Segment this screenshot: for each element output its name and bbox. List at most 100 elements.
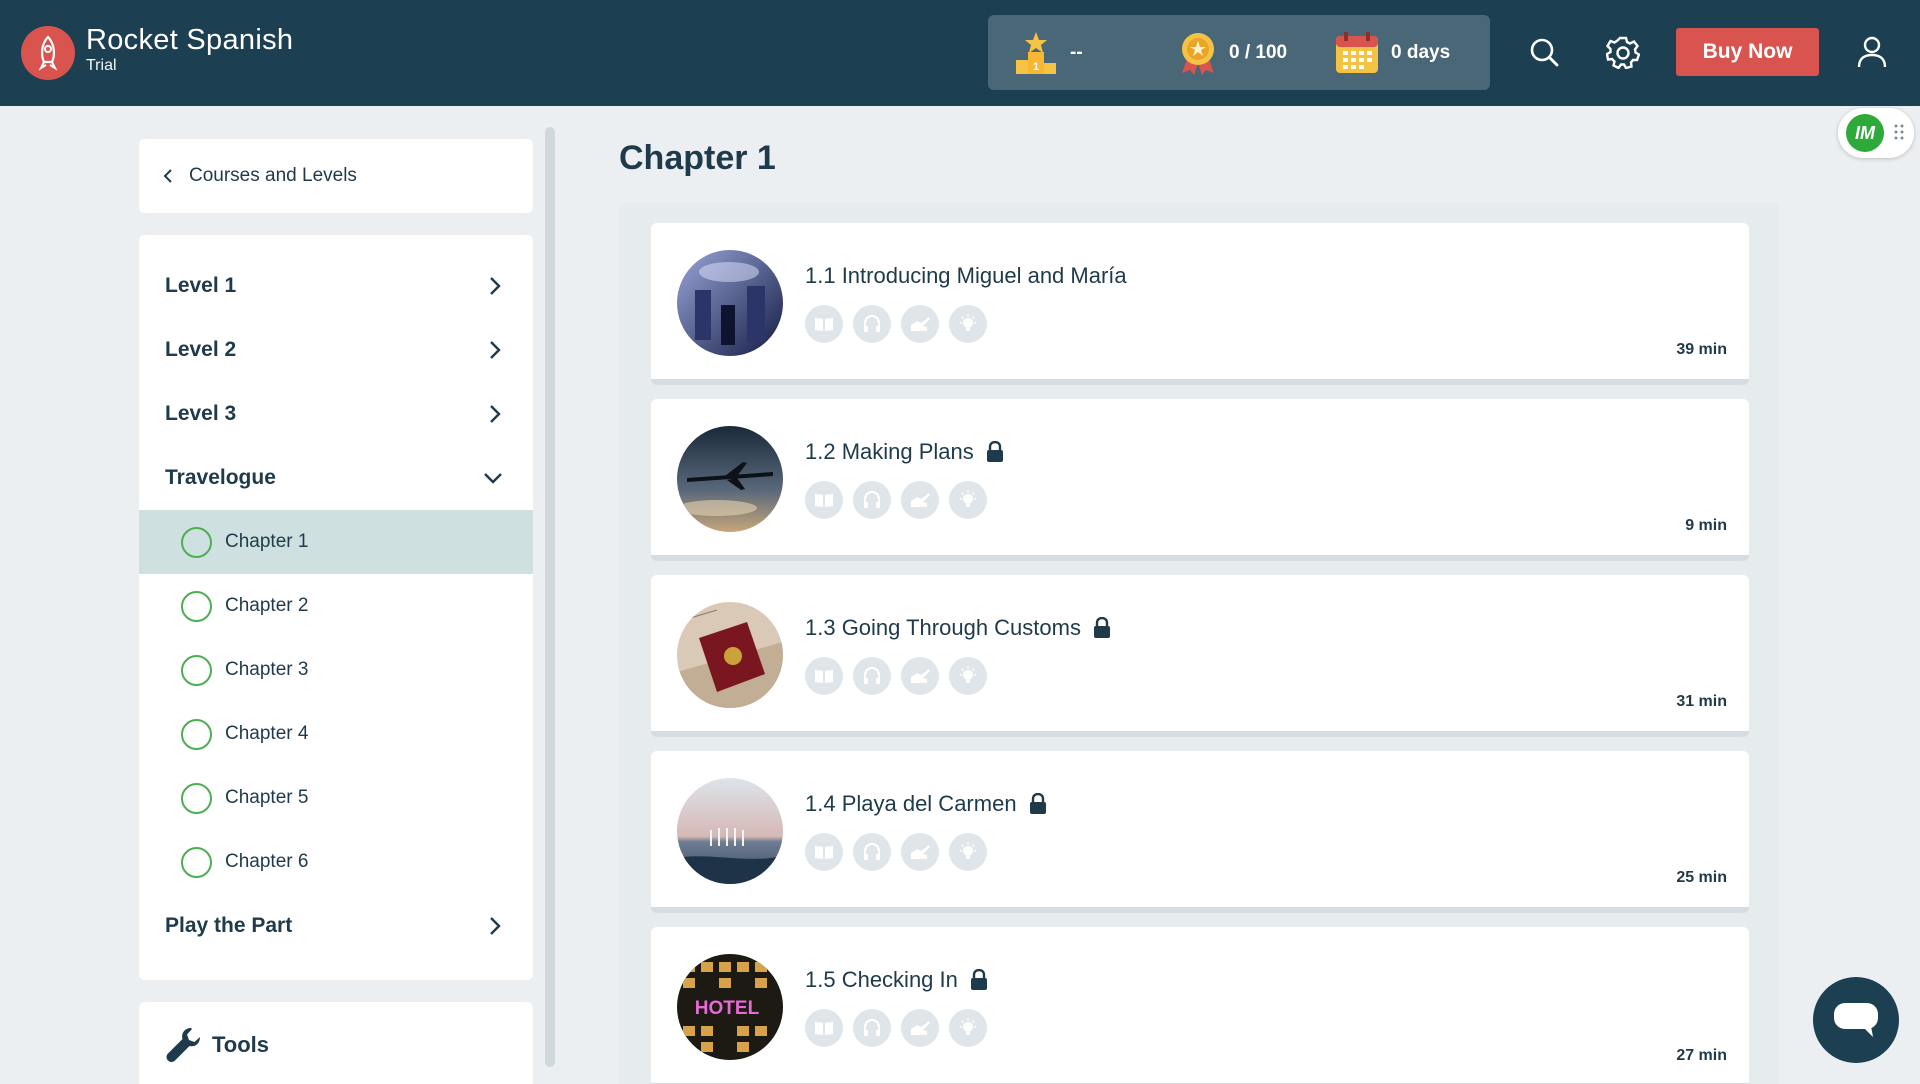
lightbulb-icon [949, 481, 987, 519]
progress-circle-icon [181, 526, 212, 558]
chapter-item-2[interactable]: Chapter 2 [139, 574, 533, 638]
lesson-duration: 25 min [1676, 869, 1727, 886]
brand-name: Rocket Spanish [86, 24, 294, 56]
headphones-icon [853, 657, 891, 695]
lesson-thumbnail [677, 778, 783, 884]
points-stat[interactable]: 0 / 100 [1179, 15, 1287, 90]
lock-icon [986, 441, 1003, 462]
drag-handle-icon[interactable] [1894, 123, 1904, 141]
lesson-title: 1.4 Playa del Carmen [805, 791, 1047, 817]
points-value: 0 / 100 [1229, 41, 1288, 63]
search-icon[interactable] [1526, 34, 1562, 70]
nav-level-1-label: Level 1 [165, 274, 237, 297]
book-icon [805, 1009, 843, 1047]
chevron-down-icon [484, 473, 502, 484]
chapter-label: Chapter 4 [225, 723, 309, 744]
lesson-card-1-2[interactable]: 1.2 Making Plans 9 min [651, 399, 1749, 561]
book-icon [805, 305, 843, 343]
lightbulb-icon [949, 657, 987, 695]
headphones-icon [853, 833, 891, 871]
progress-circle-icon [181, 718, 212, 750]
lesson-thumbnail [677, 250, 783, 356]
chapter-item-5[interactable]: Chapter 5 [139, 766, 533, 830]
back-label: Courses and Levels [189, 165, 357, 186]
buy-now-button[interactable]: Buy Now [1676, 28, 1819, 76]
chevron-left-icon [163, 169, 172, 183]
tools-card[interactable]: Tools [139, 1002, 533, 1084]
chevron-right-icon [490, 917, 501, 935]
lesson-card-1-1[interactable]: 1.1 Introducing Miguel and María 39 min [651, 223, 1749, 385]
sidebar-scrollbar[interactable] [545, 127, 555, 1067]
lightbulb-icon [949, 833, 987, 871]
chapter-item-4[interactable]: Chapter 4 [139, 702, 533, 766]
lesson-title: 1.5 Checking In [805, 967, 988, 993]
lesson-title-text: 1.1 Introducing Miguel and María [805, 263, 1127, 288]
nav-level-3[interactable]: Level 3 [139, 382, 533, 446]
lesson-title: 1.2 Making Plans [805, 439, 1004, 465]
lesson-activities [805, 1009, 997, 1047]
lesson-activities [805, 481, 997, 519]
courses-and-levels-link[interactable]: Courses and Levels [139, 139, 533, 213]
podium-star-icon: 1 [1016, 31, 1056, 74]
writing-hand-icon [901, 833, 939, 871]
extension-logo: IM [1846, 114, 1884, 152]
lesson-duration: 39 min [1676, 341, 1727, 358]
nav-play-the-part-label: Play the Part [165, 914, 293, 937]
nav-travelogue[interactable]: Travelogue [139, 446, 533, 510]
nav-level-2[interactable]: Level 2 [139, 318, 533, 382]
nav-level-1[interactable]: Level 1 [139, 254, 533, 318]
calendar-icon [1336, 31, 1378, 73]
writing-hand-icon [901, 305, 939, 343]
wrench-icon [166, 1028, 200, 1062]
lesson-activities [805, 833, 997, 871]
nav-play-the-part[interactable]: Play the Part [139, 894, 533, 958]
progress-circle-icon [181, 782, 212, 814]
chevron-right-icon [490, 341, 501, 359]
chapter-item-1[interactable]: Chapter 1 [139, 510, 533, 574]
medal-icon [1182, 32, 1214, 75]
streak-stat[interactable]: 0 days [1335, 15, 1450, 90]
nav-travelogue-label: Travelogue [165, 466, 276, 489]
chevron-right-icon [490, 277, 501, 295]
lesson-duration: 9 min [1685, 517, 1727, 534]
chevron-right-icon [490, 405, 501, 423]
lesson-title-text: 1.2 Making Plans [805, 439, 974, 464]
lesson-thumbnail [677, 426, 783, 532]
chapter-label: Chapter 3 [225, 659, 309, 680]
lesson-activities [805, 305, 997, 343]
progress-circle-icon [181, 590, 212, 622]
top-header: Rocket Spanish Trial 1 -- 0 / 100 0 days… [0, 0, 1920, 106]
writing-hand-icon [901, 1009, 939, 1047]
lesson-thumbnail: HOTEL [677, 954, 783, 1060]
streak-value: 0 days [1391, 41, 1451, 63]
lesson-title-text: 1.4 Playa del Carmen [805, 791, 1017, 816]
stats-panel: 1 -- 0 / 100 0 days [988, 15, 1490, 90]
lesson-title: 1.3 Going Through Customs [805, 615, 1111, 641]
progress-circle-icon [181, 846, 212, 878]
lock-icon [1093, 617, 1110, 638]
rocket-logo-icon[interactable] [21, 26, 75, 80]
headphones-icon [853, 481, 891, 519]
extension-badge[interactable]: IM [1838, 108, 1914, 158]
lock-icon [1029, 793, 1046, 814]
user-account-icon[interactable] [1854, 34, 1890, 70]
lightbulb-icon [949, 1009, 987, 1047]
lesson-card-1-5[interactable]: HOTEL 1.5 Checking In 27 min [651, 927, 1749, 1084]
rank-stat[interactable]: 1 -- [1014, 15, 1083, 90]
chapter-item-3[interactable]: Chapter 3 [139, 638, 533, 702]
page-title: Chapter 1 [619, 139, 776, 177]
hotel-sign-text: HOTEL [695, 998, 760, 1019]
svg-text:1: 1 [1033, 61, 1039, 73]
chat-support-button[interactable] [1813, 977, 1899, 1063]
lesson-thumbnail [677, 602, 783, 708]
writing-hand-icon [901, 481, 939, 519]
lesson-card-1-3[interactable]: 1.3 Going Through Customs 31 min [651, 575, 1749, 737]
lesson-activities [805, 657, 997, 695]
lesson-card-1-4[interactable]: 1.4 Playa del Carmen 25 min [651, 751, 1749, 913]
lesson-title: 1.1 Introducing Miguel and María [805, 263, 1127, 289]
lesson-duration: 31 min [1676, 693, 1727, 710]
rank-value: -- [1070, 41, 1083, 63]
gear-icon[interactable] [1605, 34, 1641, 70]
book-icon [805, 481, 843, 519]
chapter-item-6[interactable]: Chapter 6 [139, 830, 533, 894]
